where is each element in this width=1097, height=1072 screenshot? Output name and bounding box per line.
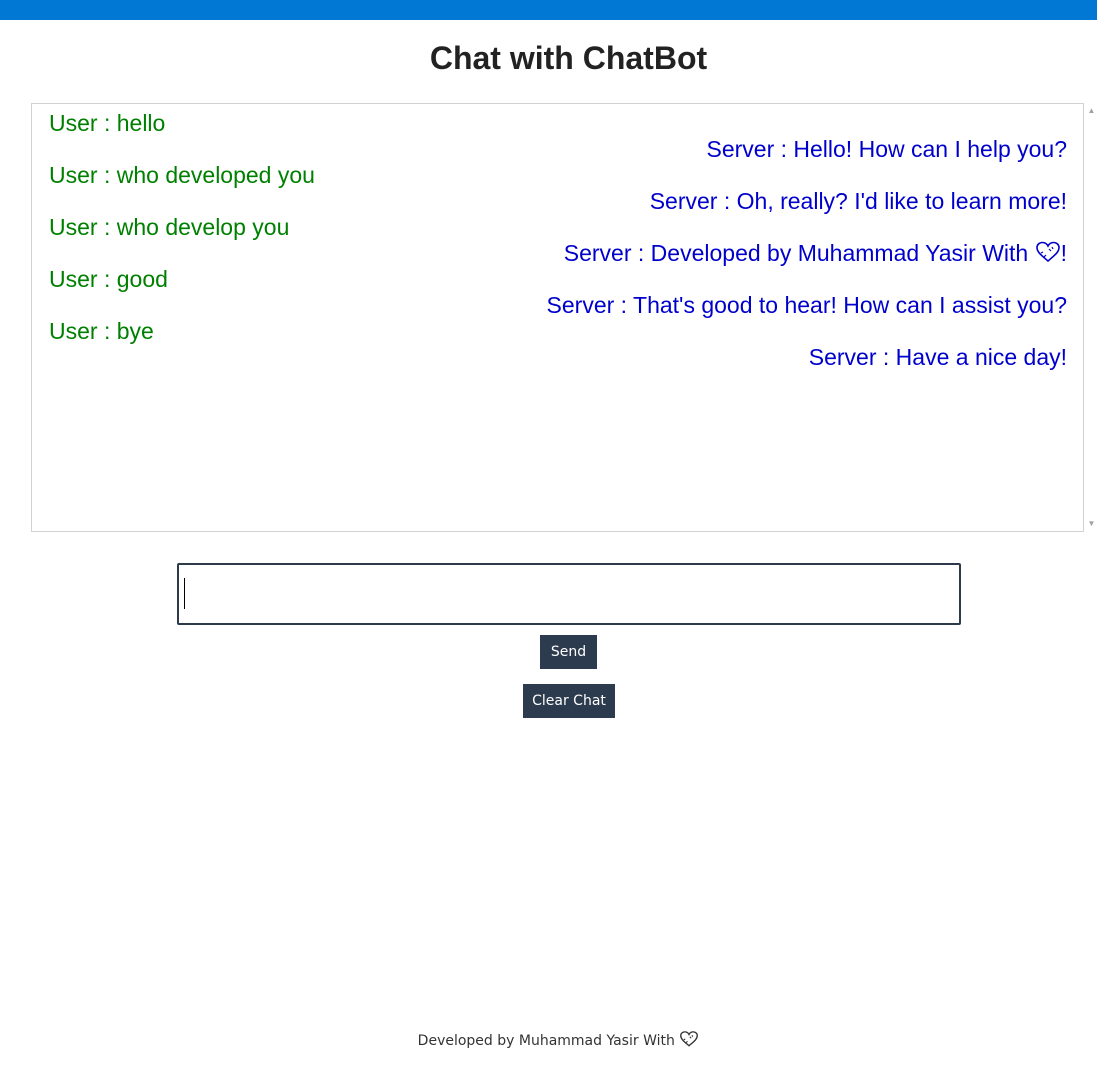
server-message: Server : That's good to hear! How can I … <box>546 292 1067 318</box>
user-message: User : who develop you <box>49 214 290 240</box>
chat-scrollbar[interactable]: ▲ ▼ <box>1086 103 1097 532</box>
server-message-text: Server : Developed by Muhammad Yasir Wit… <box>563 240 1029 266</box>
top-bar <box>0 0 1097 20</box>
heart-icon <box>679 1030 699 1054</box>
scroll-up-arrow-icon[interactable]: ▲ <box>1087 106 1096 116</box>
server-message-suffix: ! <box>1060 240 1067 266</box>
user-message: User : hello <box>49 110 166 136</box>
server-message: Server : Oh, really? I'd like to learn m… <box>649 188 1067 214</box>
page-title: Chat with ChatBot <box>429 40 708 76</box>
server-message: Server : Developed by Muhammad Yasir Wit… <box>564 239 1067 270</box>
send-button[interactable]: Send <box>540 635 597 669</box>
footer-text: Developed by Muhammad Yasir With <box>417 1033 675 1049</box>
server-message: Server : Hello! How can I help you? <box>706 136 1067 162</box>
text-caret <box>184 578 185 609</box>
scroll-down-arrow-icon[interactable]: ▼ <box>1087 519 1096 529</box>
footer: Developed by Muhammad Yasir With <box>0 1030 1097 1054</box>
clear-chat-button[interactable]: Clear Chat <box>523 684 615 718</box>
message-input[interactable] <box>177 563 961 625</box>
user-message: User : who developed you <box>49 162 315 188</box>
server-message: Server : Have a nice day! <box>808 344 1067 370</box>
chat-box: User : hello Server : Hello! How can I h… <box>31 103 1084 532</box>
heart-icon <box>1035 240 1061 270</box>
user-message: User : good <box>49 266 168 292</box>
user-message: User : bye <box>49 318 154 344</box>
